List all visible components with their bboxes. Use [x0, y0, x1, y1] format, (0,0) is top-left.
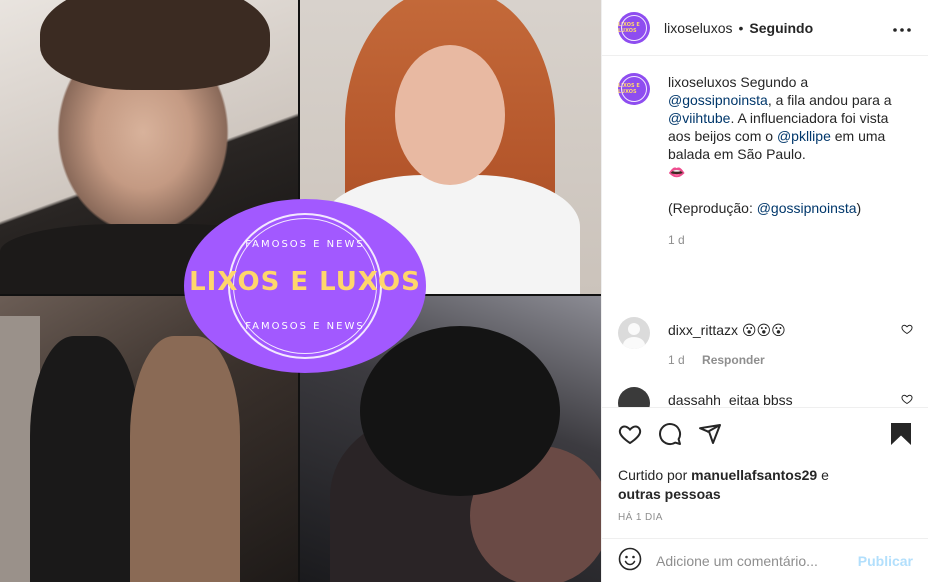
caption-text: , [767, 92, 772, 108]
post-side-panel: LIXOS E LUXOS lixoseluxos • Seguindo LIX… [601, 0, 928, 582]
comment-text: eitaa bbss [728, 392, 793, 407]
caption-text: a fila andou para a [775, 92, 892, 108]
header-username[interactable]: lixoseluxos [664, 20, 732, 36]
lips-emoji: 👄 [668, 164, 686, 180]
caption-avatar[interactable]: LIXOS E LUXOS [618, 73, 650, 105]
share-icon[interactable] [698, 422, 722, 446]
mention-link[interactable]: @pkllipe [777, 128, 831, 144]
avatar[interactable] [618, 317, 650, 349]
logo-bottom-text: FAMOSOS E NEWS [245, 321, 365, 332]
post-actions: Curtido por manuellafsantos29 e outras p… [602, 407, 928, 523]
comment-input[interactable] [656, 552, 846, 569]
mention-link[interactable]: @gossipnoinsta [757, 200, 857, 216]
caption-username[interactable]: lixoseluxos [668, 74, 736, 90]
publish-button[interactable]: Publicar [858, 553, 913, 569]
follow-status-button[interactable]: Seguindo [749, 20, 813, 36]
comment-username[interactable]: dixx_rittazx [668, 322, 738, 338]
mention-link[interactable]: @viihtube [668, 110, 730, 126]
brand-logo-badge: FAMOSOS E NEWS LIXOS E LUXOS FAMOSOS E N… [184, 199, 426, 373]
reply-button[interactable]: Responder [702, 353, 765, 367]
post-header: LIXOS E LUXOS lixoseluxos • Seguindo [602, 0, 928, 56]
header-separator: • [738, 19, 744, 36]
repro-prefix: (Reprodução: [668, 200, 753, 216]
likes-summary: Curtido por manuellafsantos29 e outras p… [618, 466, 913, 504]
comment-age: 1 d [668, 353, 685, 367]
logo-main-text: LIXOS E LUXOS [189, 267, 421, 297]
comment-item: dixx_rittazx 😮😮😮 1 d Responder [618, 317, 913, 369]
comment-like-icon[interactable] [901, 317, 913, 341]
liked-by-user[interactable]: manuellafsantos29 [691, 467, 817, 483]
comments-section[interactable]: LIXOS E LUXOS lixoseluxos Segundo a @gos… [602, 57, 928, 407]
liked-by-others[interactable]: outras pessoas [618, 486, 721, 502]
caption-text: Segundo a [740, 74, 809, 90]
repro-suffix: ) [856, 200, 862, 216]
add-comment-bar: Publicar [602, 538, 928, 582]
likes-prefix: Curtido por [618, 467, 688, 483]
heart-icon[interactable] [618, 422, 642, 446]
post-time[interactable]: HÁ 1 DIA [618, 512, 913, 523]
comment-icon[interactable] [658, 422, 682, 446]
post-media[interactable]: FAMOSOS E NEWS LIXOS E LUXOS FAMOSOS E N… [0, 0, 601, 582]
caption: LIXOS E LUXOS lixoseluxos Segundo a @gos… [618, 73, 913, 249]
logo-top-text: FAMOSOS E NEWS [245, 239, 365, 250]
comment-username[interactable]: dassahh [668, 392, 721, 407]
likes-connector: e [821, 467, 829, 483]
comment-like-icon[interactable] [901, 387, 913, 407]
avatar[interactable]: LIXOS E LUXOS [618, 11, 650, 44]
comment-text: 😮😮😮 [741, 322, 786, 338]
more-options-icon[interactable] [892, 17, 912, 38]
avatar[interactable] [618, 387, 650, 407]
mention-link[interactable]: @gossipnoinsta [668, 92, 768, 108]
bookmark-icon[interactable] [889, 422, 913, 446]
caption-age[interactable]: 1 d [668, 231, 913, 249]
emoji-icon[interactable] [618, 547, 642, 574]
comment-item: dassahh eitaa bbss [618, 387, 913, 407]
